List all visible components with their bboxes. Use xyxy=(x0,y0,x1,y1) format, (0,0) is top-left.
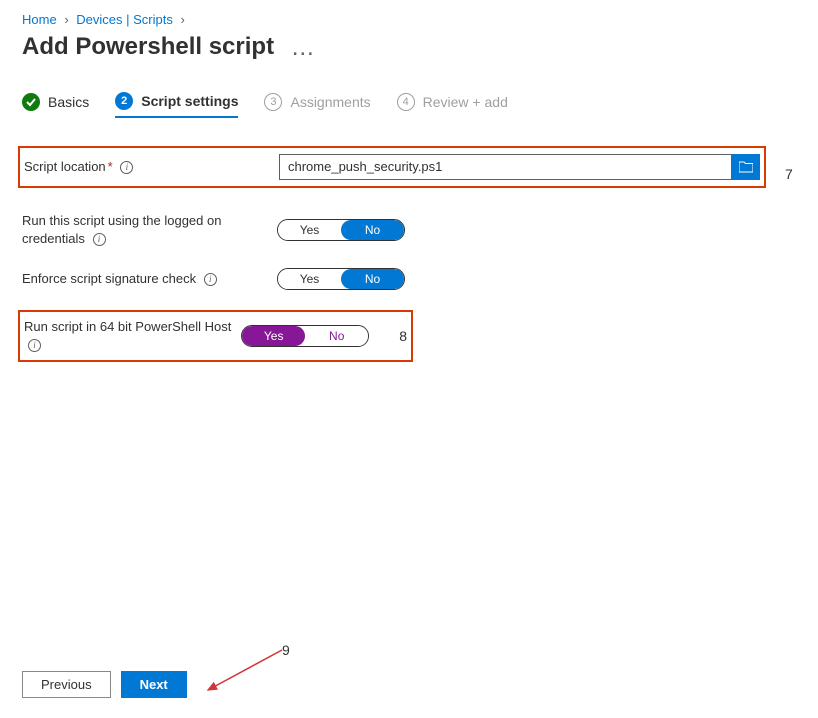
wizard-steps: Basics 2 Script settings 3 Assignments 4… xyxy=(22,92,796,118)
browse-button[interactable] xyxy=(732,154,760,180)
run-logged-on-label: Run this script using the logged on cred… xyxy=(22,212,277,248)
step-assignments[interactable]: 3 Assignments xyxy=(264,93,370,117)
chevron-right-icon: › xyxy=(180,12,184,27)
step-basics[interactable]: Basics xyxy=(22,93,89,117)
script-location-label: Script location* i xyxy=(24,158,279,176)
page-title: Add Powershell script … xyxy=(22,33,796,62)
info-icon[interactable]: i xyxy=(120,161,133,174)
info-icon[interactable]: i xyxy=(28,339,41,352)
step-script-settings[interactable]: 2 Script settings xyxy=(115,92,238,118)
breadcrumb-devices-scripts[interactable]: Devices | Scripts xyxy=(76,12,173,27)
info-icon[interactable]: i xyxy=(204,273,217,286)
annotation-7: 7 xyxy=(785,166,793,182)
enforce-signature-label: Enforce script signature check i xyxy=(22,270,277,288)
toggle-no[interactable]: No xyxy=(341,220,404,240)
step-number-icon: 2 xyxy=(115,92,133,110)
footer-buttons: Previous Next xyxy=(22,671,187,698)
row-run-logged-on: Run this script using the logged on cred… xyxy=(22,212,796,248)
more-icon[interactable]: … xyxy=(291,34,315,61)
step-review-add-label: Review + add xyxy=(423,94,508,110)
chevron-right-icon: › xyxy=(64,12,68,27)
step-assignments-label: Assignments xyxy=(290,94,370,110)
toggle-run-logged-on[interactable]: Yes No xyxy=(277,219,405,241)
toggle-yes[interactable]: Yes xyxy=(242,326,305,346)
annotation-8: 8 xyxy=(399,328,407,344)
previous-button[interactable]: Previous xyxy=(22,671,111,698)
toggle-no[interactable]: No xyxy=(341,269,404,289)
next-button[interactable]: Next xyxy=(121,671,187,698)
page-title-text: Add Powershell script xyxy=(22,33,274,60)
step-basics-label: Basics xyxy=(48,94,89,110)
info-icon[interactable]: i xyxy=(93,233,106,246)
row-run-64bit: Run script in 64 bit PowerShell Host i Y… xyxy=(18,310,413,362)
toggle-yes[interactable]: Yes xyxy=(278,269,341,289)
breadcrumb-home[interactable]: Home xyxy=(22,12,57,27)
arrow-icon xyxy=(200,646,290,706)
toggle-no[interactable]: No xyxy=(305,326,368,346)
row-enforce-signature: Enforce script signature check i Yes No xyxy=(22,268,796,290)
run-64bit-label: Run script in 64 bit PowerShell Host i xyxy=(24,318,241,354)
step-number-icon: 4 xyxy=(397,93,415,111)
toggle-run-64bit[interactable]: Yes No xyxy=(241,325,369,347)
check-icon xyxy=(22,93,40,111)
breadcrumb: Home › Devices | Scripts › xyxy=(22,12,796,27)
step-review-add[interactable]: 4 Review + add xyxy=(397,93,508,117)
step-number-icon: 3 xyxy=(264,93,282,111)
annotation-9: 9 xyxy=(282,642,290,658)
step-script-settings-label: Script settings xyxy=(141,93,238,109)
toggle-yes[interactable]: Yes xyxy=(278,220,341,240)
toggle-enforce-signature[interactable]: Yes No xyxy=(277,268,405,290)
script-location-input[interactable] xyxy=(279,154,732,180)
required-asterisk: * xyxy=(108,159,113,174)
folder-icon xyxy=(739,161,753,173)
row-script-location: Script location* i xyxy=(18,146,766,188)
